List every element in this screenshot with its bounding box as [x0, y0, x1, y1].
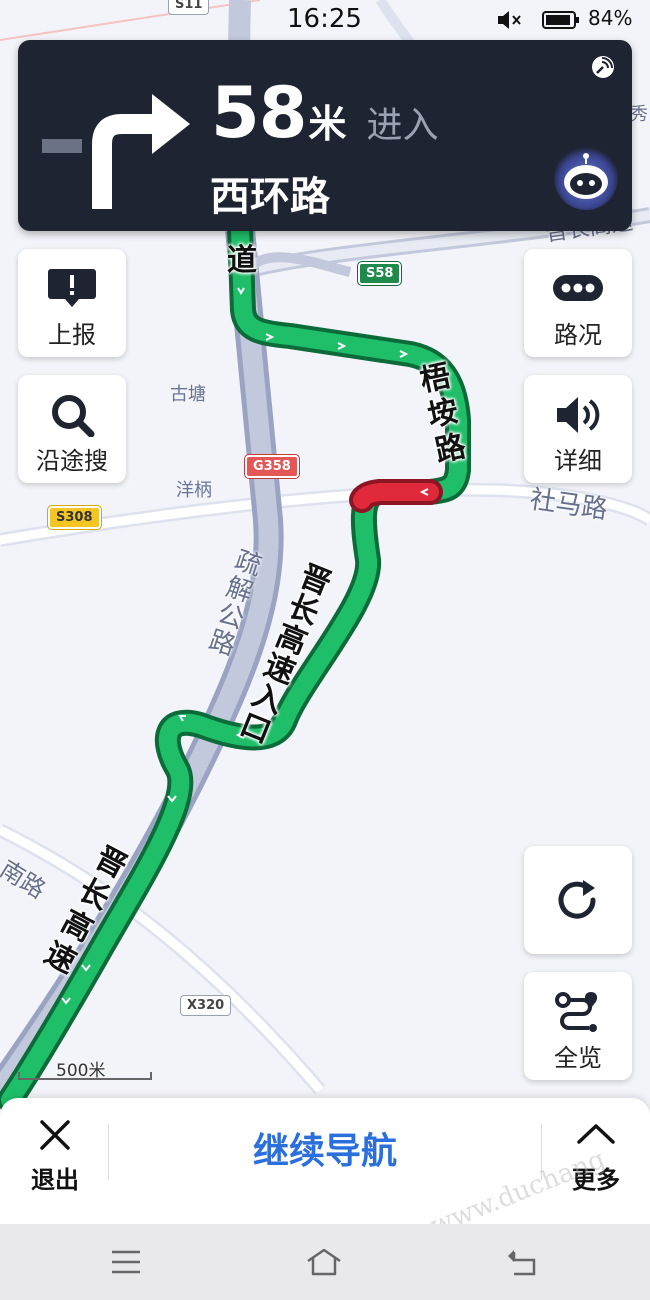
distance-display: 58米 进入: [211, 72, 438, 154]
place-label-gutang: 古塘: [170, 384, 206, 405]
distance-value: 58: [211, 72, 307, 154]
divider-left: [108, 1124, 109, 1180]
shield-x320: X320: [180, 995, 232, 1016]
home-icon[interactable]: [304, 1246, 344, 1278]
exit-label: 退出: [31, 1166, 79, 1194]
guidance-card[interactable]: 58米 进入 西环路: [18, 40, 632, 231]
route-overview-icon: [555, 992, 598, 1032]
report-button[interactable]: 上报: [18, 249, 126, 357]
turn-right-icon: [42, 94, 190, 209]
road-label-dao: 道: [227, 243, 257, 278]
exit-button[interactable]: 退出: [20, 1118, 90, 1198]
shield-g358: G358: [245, 455, 299, 478]
mute-icon: [498, 11, 521, 29]
gps-signal-icon: [592, 56, 614, 78]
map-scale: 500米: [18, 1056, 152, 1082]
menu-icon[interactable]: [106, 1246, 146, 1278]
next-road-name: 西环路: [210, 174, 330, 220]
close-icon: [40, 1120, 70, 1150]
system-navigation-bar: [0, 1224, 650, 1300]
map-scale-bar: [18, 1072, 152, 1080]
refresh-icon: [558, 880, 596, 919]
search-along-button[interactable]: 沿途搜: [18, 375, 126, 483]
shield-s58: S58: [358, 262, 402, 285]
search-icon: [52, 395, 95, 437]
chevron-up-icon: [577, 1124, 615, 1144]
status-time: 16:25: [287, 4, 362, 34]
overview-button[interactable]: 全览: [524, 972, 632, 1080]
battery-level: 84%: [588, 6, 633, 30]
maneuver-action: 进入: [366, 105, 439, 146]
continue-navigation-button[interactable]: 继续导航: [120, 1122, 530, 1182]
shield-s308: S308: [48, 506, 101, 529]
traffic-button[interactable]: 路况: [524, 249, 632, 357]
speaker-icon: [557, 397, 600, 433]
detail-button[interactable]: 详细: [524, 375, 632, 483]
refresh-route-button[interactable]: [524, 846, 632, 954]
report-icon: [48, 269, 96, 307]
report-label: 上报: [48, 321, 96, 349]
distance-unit: 米: [308, 102, 347, 146]
bottom-action-bar: 退出 继续导航 更多: [0, 1098, 650, 1224]
search-along-label: 沿途搜: [36, 447, 108, 475]
voice-assistant-icon[interactable]: [554, 146, 618, 210]
road-label-xiu: 秀: [630, 104, 648, 125]
traffic-label: 路况: [554, 321, 602, 349]
traffic-icon: [553, 275, 603, 301]
overview-label: 全览: [554, 1044, 602, 1072]
battery-icon: [542, 11, 579, 29]
status-bar: 16:25 84%: [0, 0, 650, 40]
detail-label: 详细: [554, 447, 602, 475]
back-icon[interactable]: [504, 1246, 544, 1278]
place-label-yangbing: 洋柄: [176, 480, 212, 501]
